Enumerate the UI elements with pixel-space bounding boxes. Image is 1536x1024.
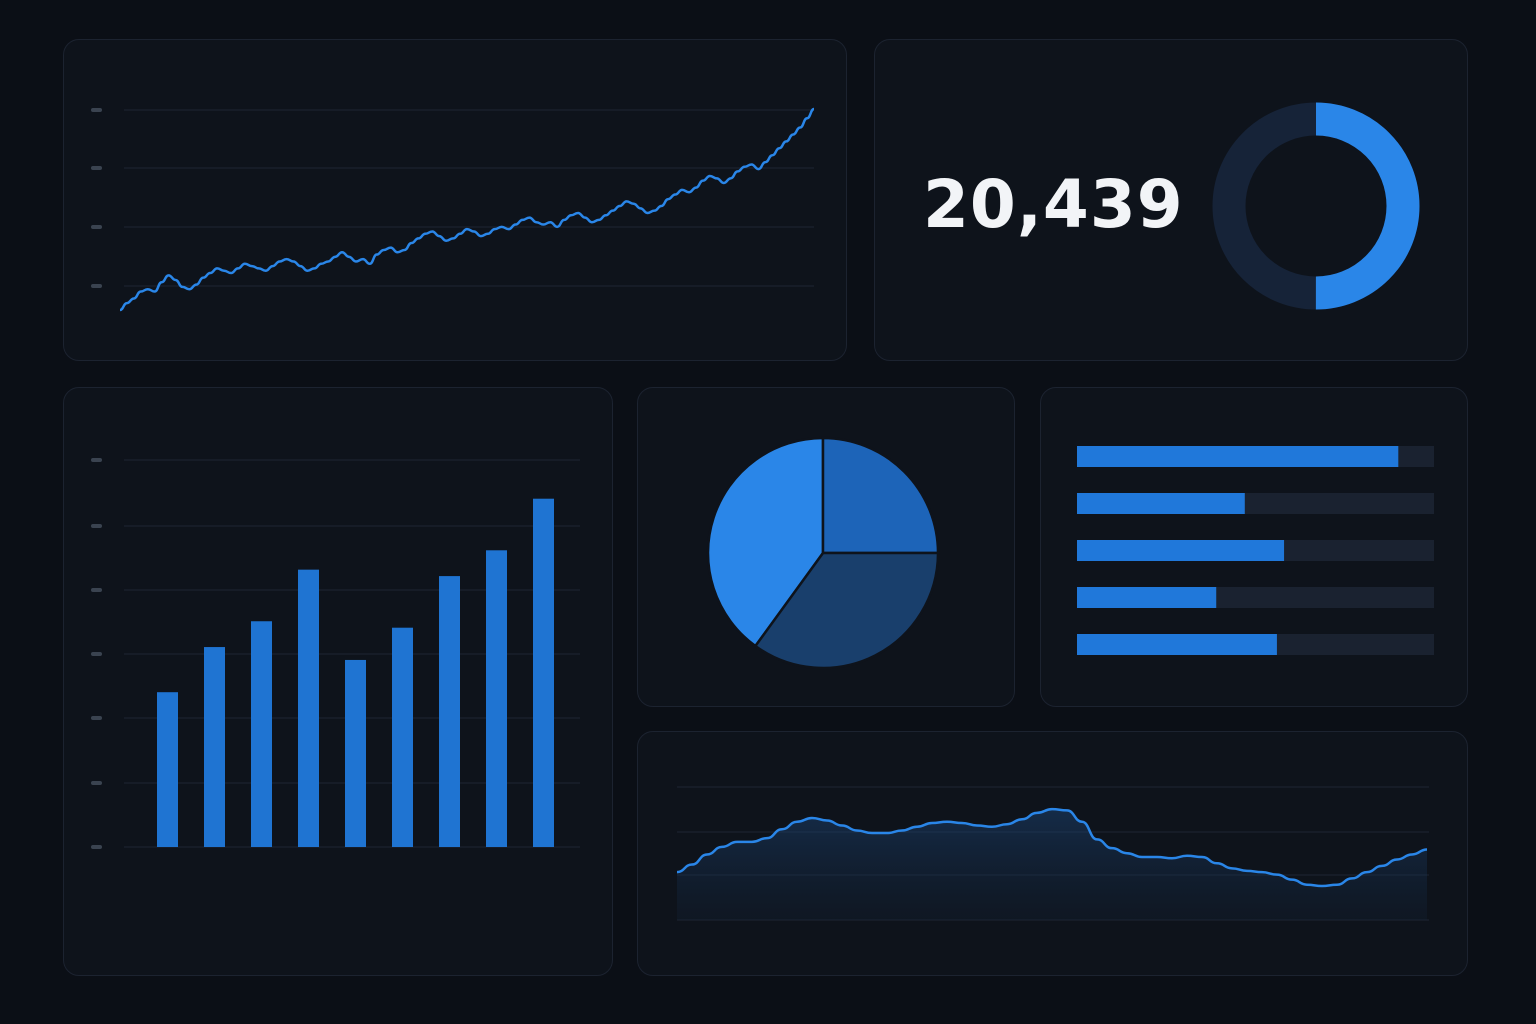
bar-fill	[1077, 634, 1277, 655]
y-tick-label	[91, 458, 102, 462]
donut-chart	[1212, 102, 1420, 310]
area-chart	[676, 786, 1429, 921]
bar	[298, 569, 319, 847]
y-tick-label	[91, 108, 102, 112]
horizontal-bar-panel	[1040, 387, 1468, 707]
bar-fill	[1077, 493, 1245, 514]
series-line	[119, 107, 815, 312]
pie-chart-panel	[637, 387, 1015, 707]
bar-fill	[1077, 587, 1217, 608]
bar	[251, 621, 272, 847]
bar	[392, 627, 413, 847]
bar-chart	[91, 458, 580, 849]
horizontal-bar-chart	[1077, 446, 1434, 655]
y-tick-label	[91, 524, 102, 528]
y-tick-label	[91, 652, 102, 656]
bar	[439, 576, 460, 847]
area-chart-panel	[637, 731, 1468, 976]
pie-slice	[821, 436, 940, 555]
bar-fill	[1077, 446, 1399, 467]
bar	[486, 550, 507, 847]
kpi-panel: 20,439	[874, 39, 1468, 361]
y-tick-label	[91, 716, 102, 720]
bar-fill	[1077, 540, 1285, 561]
bar-chart-panel	[63, 387, 613, 976]
y-tick-label	[91, 781, 102, 785]
line-chart	[91, 107, 815, 312]
y-tick-label	[91, 225, 102, 229]
bar	[345, 659, 366, 847]
line-chart-panel	[63, 39, 847, 361]
y-tick-label	[91, 284, 102, 288]
bar	[157, 692, 178, 847]
pie-chart	[706, 436, 940, 670]
y-tick-label	[91, 588, 102, 592]
bar	[204, 647, 225, 847]
bar	[533, 498, 554, 847]
y-tick-label	[91, 845, 102, 849]
y-tick-label	[91, 166, 102, 170]
